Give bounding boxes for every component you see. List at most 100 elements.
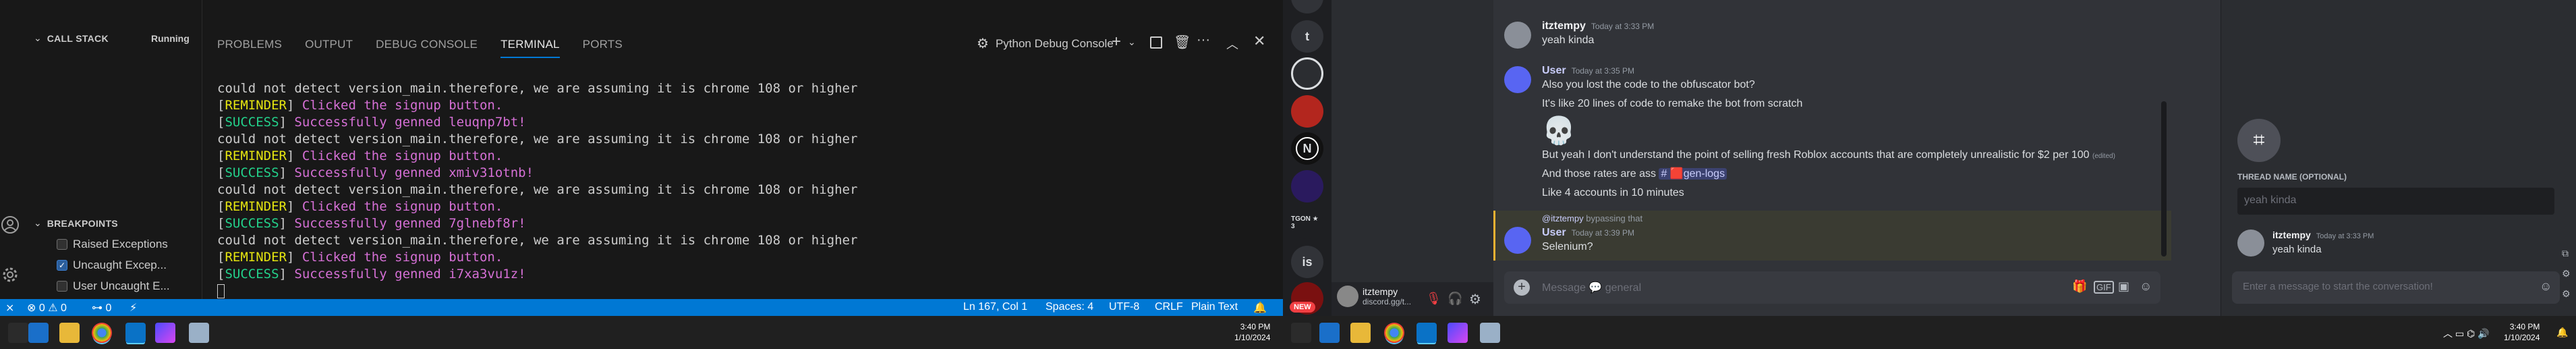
vscode-icon[interactable] xyxy=(125,323,146,343)
breakpoint-user-uncaught[interactable]: User Uncaught E... xyxy=(57,279,170,293)
tab-debug-console[interactable]: DEBUG CONSOLE xyxy=(376,38,478,58)
terminal-panel: PROBLEMS OUTPUT DEBUG CONSOLE TERMINAL P… xyxy=(202,0,1283,299)
problems-indicator[interactable]: ⊗ 0 ⚠ 0 xyxy=(27,301,67,315)
call-stack-header[interactable]: ⌄ CALL STACK Running xyxy=(34,32,190,44)
gear-icon[interactable] xyxy=(0,265,23,288)
headphones-icon[interactable]: 🎧 xyxy=(1448,292,1462,306)
mail-icon[interactable] xyxy=(1319,323,1340,343)
taskbar-right: ︿ ▭ ⌬ 🔊 3:40 PM 1/10/2024 🔔 xyxy=(1283,316,2576,349)
ports-indicator[interactable]: ⊶ 0 xyxy=(92,301,111,315)
line-ending[interactable]: CRLF xyxy=(1155,301,1183,313)
message-text: Like 4 accounts in 10 minutes xyxy=(1542,187,1684,198)
scrollbar[interactable] xyxy=(2161,101,2167,257)
tab-ports[interactable]: PORTS xyxy=(583,38,623,58)
reply-reference[interactable]: @itztempy bypassing that xyxy=(1542,213,1642,223)
chevron-down-icon: ⌄ xyxy=(34,217,42,228)
new-badge: NEW xyxy=(1290,302,1315,313)
start-icon[interactable] xyxy=(8,323,28,343)
avatar[interactable] xyxy=(1504,22,1531,49)
terminal-profile[interactable]: ⚙ Python Debug Console xyxy=(977,35,1114,52)
side-actions: ⧉ ⚙ ⚙ xyxy=(2562,243,2571,304)
add-attachment-icon[interactable]: + xyxy=(1514,279,1530,296)
file-explorer-icon[interactable] xyxy=(1350,323,1371,343)
user-info[interactable]: itztempy discord.gg/t... xyxy=(1363,286,1411,306)
server-icon[interactable] xyxy=(1291,95,1323,128)
accounts-icon[interactable] xyxy=(0,215,23,238)
trash-icon[interactable]: 🗑 xyxy=(1174,34,1191,51)
settings-icon[interactable]: ⚙ xyxy=(2562,263,2571,284)
server-icon[interactable]: TGON ★ 3 xyxy=(1291,207,1323,239)
avatar[interactable] xyxy=(1504,66,1531,93)
breakpoint-label: User Uncaught E... xyxy=(73,279,170,292)
checkbox[interactable] xyxy=(57,281,67,292)
thread-name-input[interactable]: yeah kinda xyxy=(2237,188,2554,215)
app-icon[interactable] xyxy=(1480,323,1500,343)
server-icon[interactable]: t xyxy=(1291,20,1323,53)
thread-message-input[interactable]: Enter a message to start the conversatio… xyxy=(2232,271,2560,304)
tab-output[interactable]: OUTPUT xyxy=(305,38,353,58)
system-clock[interactable]: 3:40 PM 1/10/2024 xyxy=(1234,321,1270,343)
terminal-line: [SUCCESS] Successfully genned xmiv31otnb… xyxy=(217,165,534,180)
split-terminal-icon[interactable] xyxy=(1150,36,1162,49)
checkbox-checked[interactable]: ✓ xyxy=(57,260,67,271)
message-text: But yeah I don't understand the point of… xyxy=(1542,149,2090,161)
breakpoint-uncaught-exceptions[interactable]: ✓ Uncaught Excep... xyxy=(57,259,167,272)
tab-terminal[interactable]: TERMINAL xyxy=(500,38,560,58)
start-icon[interactable] xyxy=(1291,323,1311,343)
message: itztempy Today at 3:33 PM yeah kinda xyxy=(1542,20,1654,49)
app-icon[interactable] xyxy=(189,323,209,343)
clipboard-icon[interactable]: ⧉ xyxy=(2562,243,2571,263)
app-icon[interactable] xyxy=(155,323,175,343)
message-author[interactable]: User xyxy=(1542,65,1566,76)
message-author[interactable]: itztempy xyxy=(2272,230,2311,240)
avatar[interactable] xyxy=(1337,286,1358,307)
message-author[interactable]: itztempy xyxy=(1542,20,1586,32)
remote-icon[interactable]: ⨯ xyxy=(5,301,14,315)
mail-icon[interactable] xyxy=(28,323,49,343)
system-clock[interactable]: 3:40 PM 1/10/2024 xyxy=(2504,321,2540,343)
channel-mention[interactable]: # 🟥gen-logs xyxy=(1659,168,1727,180)
message-author[interactable]: User xyxy=(1542,227,1566,238)
gift-icon[interactable]: 🎁 xyxy=(2072,279,2087,294)
app-icon[interactable] xyxy=(1448,323,1468,343)
chrome-icon[interactable] xyxy=(1384,323,1404,343)
tray-icons[interactable]: ︿ ▭ ⌬ 🔊 xyxy=(2443,327,2490,340)
debug-icon[interactable]: ⚡ xyxy=(130,301,137,315)
indentation[interactable]: Spaces: 4 xyxy=(1046,301,1093,313)
emoji-icon[interactable]: ☺ xyxy=(2140,279,2152,294)
file-explorer-icon[interactable] xyxy=(59,323,80,343)
chrome-icon[interactable] xyxy=(92,323,112,343)
terminal-line: [REMINDER] Clicked the signup button. xyxy=(217,250,503,265)
add-terminal-icon[interactable]: + xyxy=(1112,32,1121,51)
more-icon[interactable]: ··· xyxy=(1197,32,1210,48)
server-icon[interactable]: is xyxy=(1291,246,1323,278)
server-icon[interactable] xyxy=(1291,57,1323,90)
breakpoint-raised-exceptions[interactable]: Raised Exceptions xyxy=(57,238,168,251)
settings-icon[interactable]: ⚙ xyxy=(2562,284,2571,304)
vscode-icon[interactable] xyxy=(1416,323,1437,343)
tab-problems[interactable]: PROBLEMS xyxy=(217,38,282,58)
chevron-down-icon[interactable]: ⌄ xyxy=(1128,36,1136,48)
gear-icon[interactable]: ⚙ xyxy=(1469,291,1481,308)
notifications-icon[interactable]: 🔔 xyxy=(1253,301,1267,315)
maximize-panel-icon[interactable]: ︿ xyxy=(1226,35,1238,53)
language-mode[interactable]: Plain Text xyxy=(1191,301,1238,313)
gif-icon[interactable]: GIF xyxy=(2094,281,2114,294)
server-icon[interactable]: N xyxy=(1291,132,1323,165)
notifications-icon[interactable]: 🔔 xyxy=(2556,327,2568,338)
server-icon[interactable] xyxy=(1291,0,1323,14)
mute-icon[interactable]: 🎙 xyxy=(1426,292,1441,306)
emoji-icon[interactable]: ☺ xyxy=(2540,279,2552,294)
cursor-position[interactable]: Ln 167, Col 1 xyxy=(963,301,1027,313)
avatar[interactable] xyxy=(2237,230,2264,257)
breakpoints-header[interactable]: ⌄ BREAKPOINTS xyxy=(34,217,118,229)
server-icon[interactable] xyxy=(1291,170,1323,203)
breakpoint-label: Uncaught Excep... xyxy=(73,259,167,271)
close-panel-icon[interactable]: ✕ xyxy=(1253,32,1265,50)
encoding[interactable]: UTF-8 xyxy=(1109,301,1139,313)
avatar[interactable] xyxy=(1504,227,1531,254)
sticker-icon[interactable]: ▣ xyxy=(2118,279,2129,294)
message-composer[interactable]: + Message 💬 general 🎁 GIF ▣ ☺ xyxy=(1504,271,2160,304)
checkbox[interactable] xyxy=(57,239,67,250)
terminal-output[interactable]: could not detect version_main.therefore,… xyxy=(217,80,857,300)
